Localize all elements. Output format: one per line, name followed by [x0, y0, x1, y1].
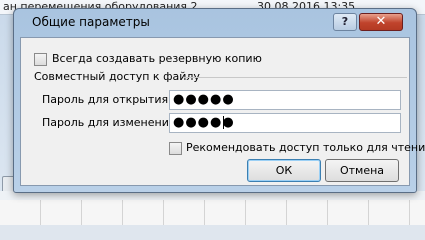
ok-button[interactable]: ОК: [247, 159, 321, 182]
close-button[interactable]: ✕: [359, 13, 403, 31]
readonly-checkbox[interactable]: [169, 142, 182, 155]
backup-checkbox[interactable]: [34, 53, 47, 66]
text-caret: [223, 116, 224, 129]
general-options-dialog: Общие параметры ? ✕ Всегда создавать рез…: [13, 8, 425, 193]
group-divider: [183, 77, 407, 78]
backup-label: Всегда создавать резервную копию: [52, 52, 262, 65]
readonly-label: Рекомендовать доступ только для чтения: [186, 141, 425, 154]
open-password-value: ●●●●●: [173, 92, 235, 107]
modify-password-label: Пароль для изменения:: [42, 116, 180, 129]
dialog-body: Всегда создавать резервную копию Совмест…: [20, 37, 425, 186]
cancel-button[interactable]: Отмена: [325, 159, 399, 182]
open-password-label: Пароль для открытия:: [42, 93, 172, 106]
dialog-title: Общие параметры: [32, 15, 150, 29]
help-button[interactable]: ?: [333, 13, 357, 31]
spreadsheet-grid: [0, 200, 425, 225]
dialog-titlebar[interactable]: Общие параметры ? ✕: [14, 9, 416, 35]
sharing-group-label: Совместный доступ к файлу: [34, 70, 200, 83]
open-password-input[interactable]: ●●●●●: [169, 90, 401, 110]
modify-password-value: ●●●●●: [173, 115, 235, 130]
modify-password-input[interactable]: ●●●●●: [169, 113, 401, 133]
